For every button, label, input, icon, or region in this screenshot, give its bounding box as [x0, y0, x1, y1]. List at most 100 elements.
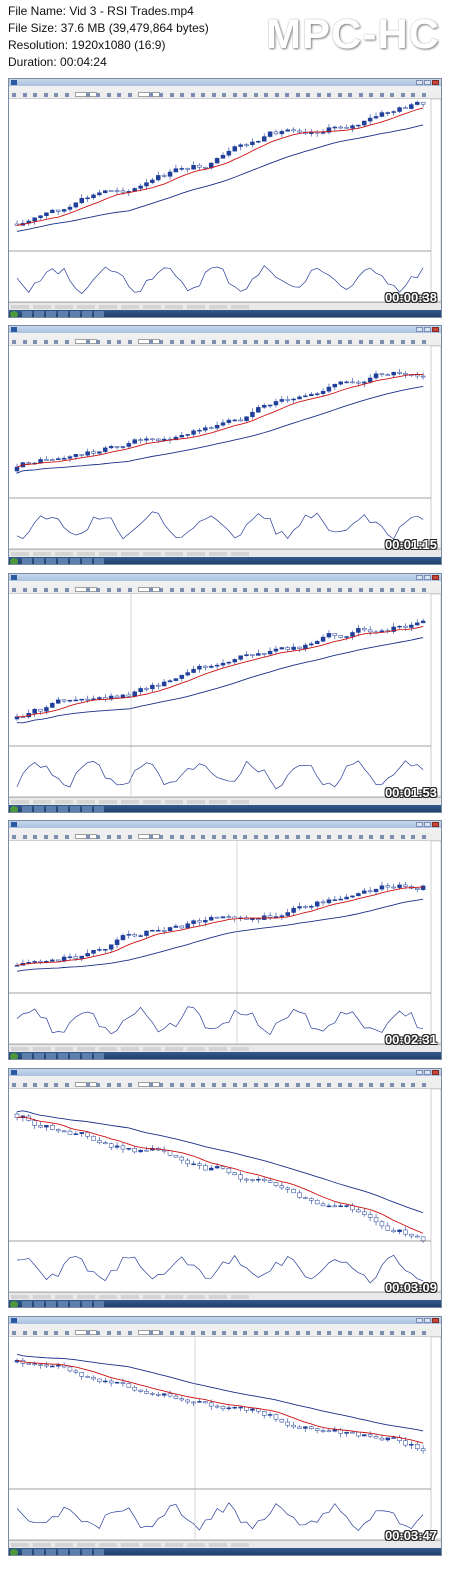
chart-tab[interactable]	[11, 552, 29, 556]
taskbar-app-icon[interactable]	[58, 1301, 68, 1307]
maximize-icon[interactable]	[424, 1070, 431, 1075]
chart-tab[interactable]	[55, 1295, 73, 1299]
taskbar-app-icon[interactable]	[94, 806, 104, 812]
toolbar-button-icon[interactable]	[85, 1083, 90, 1087]
toolbar-button-icon[interactable]	[159, 340, 163, 344]
taskbar-app-icon[interactable]	[34, 1053, 44, 1059]
chart-tab[interactable]	[33, 800, 51, 804]
toolbar-button-icon[interactable]	[253, 835, 258, 839]
toolbar-button-icon[interactable]	[348, 93, 352, 97]
toolbar-button-icon[interactable]	[33, 1331, 37, 1335]
chart-tab[interactable]	[231, 305, 249, 309]
toolbar-button-icon[interactable]	[169, 93, 174, 97]
toolbar-button-icon[interactable]	[243, 835, 247, 839]
maximize-icon[interactable]	[424, 80, 431, 85]
chart-tab[interactable]	[33, 1047, 51, 1051]
toolbar-button-icon[interactable]	[379, 588, 384, 592]
toolbar-button-icon[interactable]	[411, 93, 415, 97]
toolbar-button-icon[interactable]	[64, 1331, 69, 1335]
toolbar-button-icon[interactable]	[96, 835, 100, 839]
chart-tab[interactable]	[231, 1543, 249, 1547]
chart-tab[interactable]	[121, 1047, 139, 1051]
chart-tab[interactable]	[99, 552, 117, 556]
toolbar-button-icon[interactable]	[64, 588, 69, 592]
toolbar-button-icon[interactable]	[327, 588, 331, 592]
toolbar-button-icon[interactable]	[33, 1083, 37, 1087]
toolbar-button-icon[interactable]	[316, 835, 321, 839]
toolbar-button-icon[interactable]	[106, 588, 111, 592]
taskbar-app-icon[interactable]	[94, 311, 104, 317]
taskbar-app-icon[interactable]	[34, 1549, 44, 1555]
toolbar-button-icon[interactable]	[421, 588, 426, 592]
toolbar-button-icon[interactable]	[421, 340, 426, 344]
chart-tab[interactable]	[11, 1543, 29, 1547]
chart-tab[interactable]	[187, 305, 205, 309]
toolbar-button-icon[interactable]	[148, 93, 153, 97]
toolbar-button-icon[interactable]	[54, 340, 58, 344]
close-icon[interactable]	[432, 80, 439, 85]
toolbar-button-icon[interactable]	[295, 93, 300, 97]
chart-tab[interactable]	[11, 1295, 29, 1299]
toolbar-button-icon[interactable]	[106, 1083, 111, 1087]
price-chart[interactable]	[9, 1089, 441, 1291]
chart-tab[interactable]	[121, 1295, 139, 1299]
chart-tab[interactable]	[77, 1047, 95, 1051]
toolbar-button-icon[interactable]	[411, 835, 415, 839]
taskbar-app-icon[interactable]	[46, 1053, 56, 1059]
chart-tab[interactable]	[11, 1047, 29, 1051]
toolbar-button-icon[interactable]	[369, 1083, 373, 1087]
toolbar-button-icon[interactable]	[316, 588, 321, 592]
taskbar-app-icon[interactable]	[46, 806, 56, 812]
toolbar-button-icon[interactable]	[54, 1331, 58, 1335]
toolbar-button-icon[interactable]	[117, 835, 121, 839]
maximize-icon[interactable]	[424, 1318, 431, 1323]
toolbar-button-icon[interactable]	[316, 1331, 321, 1335]
toolbar-button-icon[interactable]	[400, 340, 405, 344]
taskbar-app-icon[interactable]	[46, 558, 56, 564]
toolbar-button-icon[interactable]	[358, 1083, 363, 1087]
toolbar-button-icon[interactable]	[201, 588, 205, 592]
chart-tab[interactable]	[33, 305, 51, 309]
price-chart[interactable]	[9, 346, 441, 548]
toolbar-button-icon[interactable]	[33, 340, 37, 344]
toolbar-button-icon[interactable]	[201, 93, 205, 97]
toolbar-button-icon[interactable]	[348, 588, 352, 592]
toolbar-button-icon[interactable]	[264, 1331, 268, 1335]
toolbar-button-icon[interactable]	[358, 588, 363, 592]
toolbar-button-icon[interactable]	[306, 340, 310, 344]
minimize-icon[interactable]	[416, 822, 423, 827]
toolbar-button-icon[interactable]	[127, 93, 132, 97]
toolbar-button-icon[interactable]	[106, 340, 111, 344]
chart-tab[interactable]	[77, 305, 95, 309]
toolbar-button-icon[interactable]	[295, 588, 300, 592]
taskbar-app-icon[interactable]	[58, 1053, 68, 1059]
toolbar-button-icon[interactable]	[22, 835, 27, 839]
toolbar-button-icon[interactable]	[390, 1331, 394, 1335]
toolbar-button-icon[interactable]	[285, 340, 289, 344]
chart-tab[interactable]	[231, 1047, 249, 1051]
toolbar-button-icon[interactable]	[169, 835, 174, 839]
toolbar-button-icon[interactable]	[117, 1083, 121, 1087]
taskbar-app-icon[interactable]	[34, 311, 44, 317]
toolbar-button-icon[interactable]	[316, 1083, 321, 1087]
chart-tab[interactable]	[77, 1295, 95, 1299]
toolbar-button-icon[interactable]	[274, 340, 279, 344]
toolbar-button-icon[interactable]	[169, 1083, 174, 1087]
toolbar-button-icon[interactable]	[358, 93, 363, 97]
toolbar-button-icon[interactable]	[117, 588, 121, 592]
toolbar-button-icon[interactable]	[43, 1331, 48, 1335]
chart-tab[interactable]	[55, 552, 73, 556]
toolbar-button-icon[interactable]	[390, 835, 394, 839]
toolbar-button-icon[interactable]	[148, 340, 153, 344]
chart-tab[interactable]	[99, 1295, 117, 1299]
toolbar-button-icon[interactable]	[159, 1331, 163, 1335]
toolbar-button-icon[interactable]	[264, 340, 268, 344]
toolbar-button-icon[interactable]	[421, 835, 426, 839]
chart-tab[interactable]	[33, 552, 51, 556]
toolbar-button-icon[interactable]	[180, 835, 184, 839]
toolbar-button-icon[interactable]	[348, 1083, 352, 1087]
price-chart[interactable]	[9, 1337, 441, 1539]
toolbar-button-icon[interactable]	[180, 1083, 184, 1087]
toolbar-button-icon[interactable]	[85, 1331, 90, 1335]
chart-tab[interactable]	[99, 305, 117, 309]
